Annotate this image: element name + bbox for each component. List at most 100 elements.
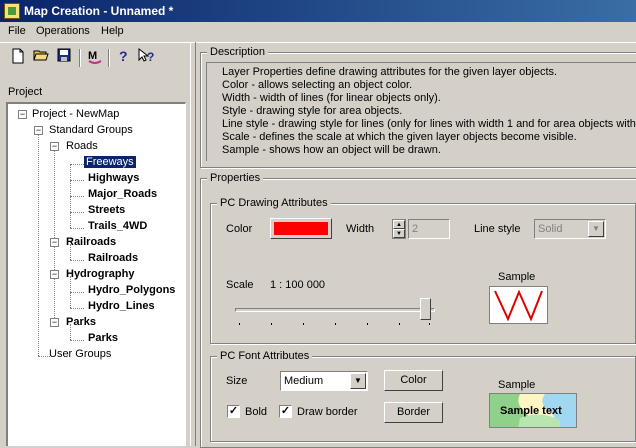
tree-node-label: Freeways — [84, 156, 136, 168]
tree-node-label: Streets — [88, 204, 126, 216]
window-title: Map Creation - Unnamed * — [24, 4, 174, 18]
project-label: Project — [8, 86, 43, 98]
map-icon[interactable]: M — [85, 48, 105, 68]
collapse-icon[interactable]: − — [50, 270, 59, 279]
collapse-icon[interactable]: − — [50, 238, 59, 247]
menu-operations[interactable]: Operations — [36, 25, 90, 37]
menu-help[interactable]: Help — [101, 25, 124, 37]
tree-node-roads[interactable]: Roads — [66, 139, 98, 154]
tree-node-streets[interactable]: Streets — [88, 203, 125, 218]
tree-node-trails[interactable]: Trails_4WD — [88, 219, 147, 234]
slider-tick — [367, 323, 368, 325]
tree-node-label: Standard Groups — [49, 124, 133, 136]
collapse-icon[interactable]: − — [50, 318, 59, 327]
tree-line — [70, 196, 84, 197]
drawing-sample-preview — [489, 286, 548, 324]
line-style-select[interactable]: Solid ▼ — [534, 219, 606, 239]
spin-down-icon[interactable]: ▼ — [393, 229, 405, 238]
tree-node-highways[interactable]: Highways — [88, 171, 139, 186]
tree-node-label: Parks — [88, 332, 118, 344]
toolbar-separator — [108, 49, 110, 67]
tree-node-railroads-group[interactable]: Railroads — [66, 235, 116, 250]
tree-node-major-roads[interactable]: Major_Roads — [88, 187, 157, 202]
chevron-down-icon[interactable]: ▼ — [350, 373, 366, 389]
tree-node-label: User Groups — [49, 348, 112, 360]
width-input[interactable]: 2 — [408, 219, 450, 239]
project-tree[interactable]: − − − − − − Project - NewMap Standard Gr… — [6, 102, 186, 446]
properties-title: Properties — [207, 171, 264, 185]
tree-node-user-groups[interactable]: User Groups — [49, 347, 111, 362]
panel-splitter[interactable] — [190, 42, 196, 446]
tree-node-parks-group[interactable]: Parks — [66, 315, 96, 330]
font-size-select[interactable]: Medium ▼ — [280, 371, 368, 391]
color-swatch — [274, 222, 328, 235]
tree-node-label: Hydro_Polygons — [88, 284, 176, 296]
scale-label: Scale — [226, 279, 254, 291]
save-icon[interactable] — [54, 48, 74, 68]
tree-line — [54, 148, 55, 324]
tree-node-hydro-polygons[interactable]: Hydro_Polygons — [88, 283, 175, 298]
line-style-value: Solid — [538, 223, 563, 235]
width-spinner[interactable]: ▲ ▼ — [392, 219, 406, 239]
slider-tick — [271, 323, 272, 325]
spin-up-icon[interactable]: ▲ — [393, 220, 405, 229]
tree-node-standard-groups[interactable]: Standard Groups — [49, 123, 133, 138]
color-picker-button[interactable] — [270, 218, 332, 239]
line-style-label: Line style — [474, 223, 521, 235]
scale-slider-track[interactable] — [235, 308, 435, 312]
font-sample-preview: Sample text — [489, 393, 577, 428]
description-line: Layer Properties define drawing attribut… — [222, 66, 558, 78]
svg-text:?: ? — [119, 48, 128, 64]
collapse-icon[interactable]: − — [34, 126, 43, 135]
chevron-down-icon[interactable]: ▼ — [588, 221, 604, 237]
draw-border-label: Draw border — [297, 406, 358, 418]
drawing-sample-label: Sample — [498, 271, 536, 283]
tree-node-freeways[interactable]: Freeways — [84, 155, 136, 170]
tree-node-label: Railroads — [88, 252, 139, 264]
border-button[interactable]: Border — [384, 402, 443, 423]
tree-node-label: Hydro_Lines — [88, 300, 155, 312]
tree-node-label: Trails_4WD — [88, 220, 148, 232]
menu-file[interactable]: File — [8, 25, 26, 37]
context-help-icon[interactable]: ? — [137, 47, 157, 68]
bold-label: Bold — [245, 406, 268, 418]
tree-node-label: Major_Roads — [88, 188, 158, 200]
tree-line — [70, 308, 84, 309]
check-icon: ✓ — [280, 405, 291, 417]
tree-line — [70, 212, 84, 213]
color-label: Color — [226, 223, 253, 235]
tree-node-root[interactable]: Project - NewMap — [32, 107, 119, 122]
tree-line — [70, 228, 84, 229]
tree-node-label: Highways — [88, 172, 140, 184]
tree-line — [70, 180, 84, 181]
description-line: Scale - defines the scale at which the g… — [222, 131, 577, 143]
sample-line-graphic — [494, 289, 543, 322]
draw-border-checkbox[interactable]: ✓ — [279, 405, 292, 418]
help-icon[interactable]: ? — [114, 48, 134, 68]
tree-node-hydrography[interactable]: Hydrography — [66, 267, 134, 282]
width-label: Width — [346, 223, 375, 235]
description-line: Line style - drawing style for lines (on… — [222, 118, 636, 130]
new-icon[interactable] — [8, 48, 28, 68]
description-text: Layer Properties define drawing attribut… — [206, 62, 636, 161]
open-icon[interactable] — [31, 48, 51, 68]
description-title: Description — [207, 45, 269, 59]
pc-drawing-title: PC Drawing Attributes — [217, 196, 331, 210]
description-line: Color - allows selecting an object color… — [222, 79, 413, 91]
collapse-icon[interactable]: − — [50, 142, 59, 151]
tree-node-label: Hydrography — [66, 268, 135, 280]
tree-node-hydro-lines[interactable]: Hydro_Lines — [88, 299, 155, 314]
font-sample-text: Sample text — [500, 405, 562, 417]
svg-text:?: ? — [147, 50, 154, 64]
bold-checkbox[interactable]: ✓ — [227, 405, 240, 418]
collapse-icon[interactable]: − — [18, 110, 27, 119]
description-line: Style - drawing style for area objects. — [222, 105, 403, 117]
check-icon: ✓ — [228, 405, 239, 417]
tree-node-railroads[interactable]: Railroads — [88, 251, 138, 266]
font-color-button[interactable]: Color — [384, 370, 443, 391]
tree-line — [70, 164, 84, 165]
tree-node-parks[interactable]: Parks — [88, 331, 118, 346]
scale-slider-thumb[interactable] — [420, 298, 431, 320]
pc-font-title: PC Font Attributes — [217, 349, 313, 363]
scale-value: 1 : 100 000 — [270, 279, 326, 291]
